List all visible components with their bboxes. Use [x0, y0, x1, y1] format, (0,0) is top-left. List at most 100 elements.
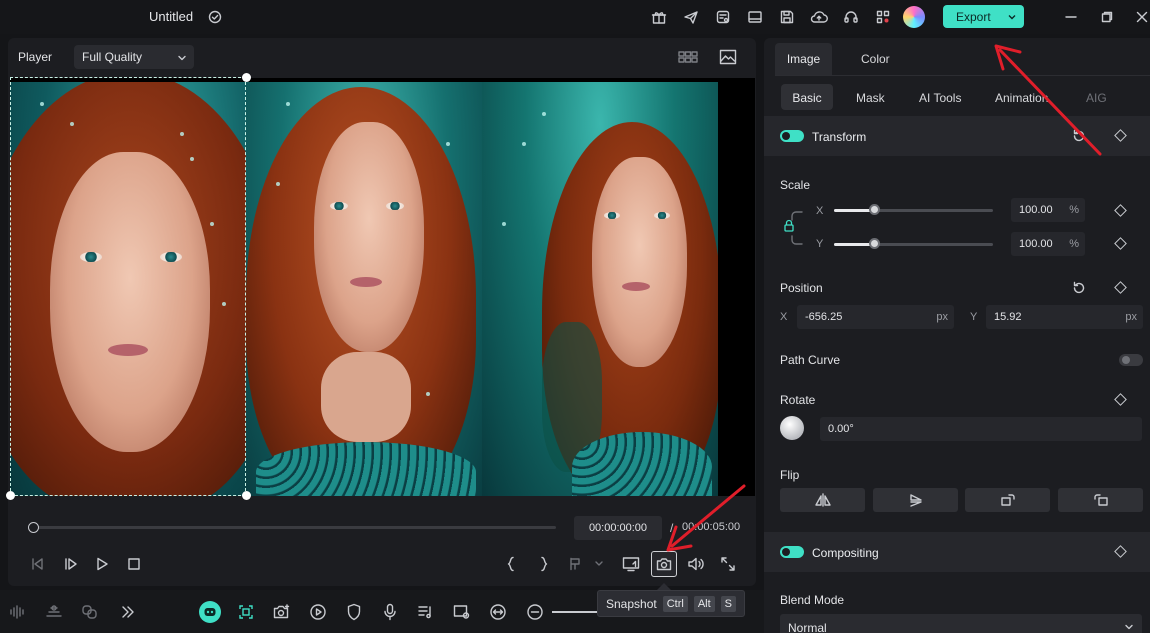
cloud-upload-icon[interactable]: [809, 7, 829, 27]
total-time: 00:00:05:00: [682, 521, 741, 533]
camera-icon: [656, 557, 672, 571]
position-y-unit: px: [1125, 311, 1137, 323]
playback-progress-track[interactable]: [32, 526, 556, 529]
microphone-icon[interactable]: [380, 602, 400, 622]
ai-robot-icon[interactable]: [199, 601, 221, 623]
send-icon[interactable]: [681, 7, 701, 27]
template-icon[interactable]: [713, 7, 733, 27]
stop-icon[interactable]: [124, 554, 144, 574]
image-view-icon[interactable]: [717, 47, 739, 67]
shortcut-key: Alt: [693, 595, 715, 612]
fullscreen-icon[interactable]: [718, 554, 738, 574]
selection-box[interactable]: [10, 77, 246, 496]
subtab-mask[interactable]: Mask: [856, 91, 885, 105]
shortcut-key: S: [720, 595, 737, 612]
auto-detect-icon[interactable]: [236, 602, 256, 622]
music-list-icon[interactable]: [416, 602, 436, 622]
rotate-label: Rotate: [780, 393, 816, 407]
snapshot-button[interactable]: [651, 551, 677, 577]
tab-color[interactable]: Color: [861, 52, 890, 66]
subtab-basic[interactable]: Basic: [781, 84, 833, 110]
lock-ratio-icon[interactable]: [784, 208, 804, 248]
layout-icon[interactable]: [745, 7, 765, 27]
minimize-icon[interactable]: [1061, 7, 1081, 27]
path-curve-label: Path Curve: [780, 353, 841, 367]
mark-out-icon[interactable]: [534, 554, 554, 574]
gift-icon[interactable]: [649, 7, 669, 27]
ai-copilot-icon[interactable]: [80, 602, 100, 622]
scale-x-input[interactable]: 100.00 %: [1011, 198, 1085, 222]
time-separator: /: [670, 521, 674, 535]
transform-toggle[interactable]: [780, 130, 804, 142]
export-button[interactable]: Export: [943, 5, 1024, 28]
mark-in-icon[interactable]: [501, 554, 521, 574]
playhead-handle[interactable]: [28, 522, 39, 533]
flip-horizontal-button[interactable]: [780, 488, 865, 512]
current-time[interactable]: 00:00:00:00: [574, 516, 662, 540]
flip-vertical-button[interactable]: [873, 488, 958, 512]
tooltip-arrow: [657, 583, 671, 590]
expand-chevrons-icon[interactable]: [117, 602, 137, 622]
rotate-right-icon: [1000, 493, 1016, 507]
chevron-down-icon[interactable]: [1001, 12, 1023, 22]
resize-handle[interactable]: [242, 73, 251, 82]
subtab-ai-tools[interactable]: AI Tools: [919, 91, 961, 105]
previous-frame-icon[interactable]: [27, 554, 47, 574]
close-icon[interactable]: [1132, 7, 1150, 27]
headset-icon[interactable]: [841, 7, 861, 27]
position-y-input[interactable]: 15.92 px: [986, 305, 1143, 329]
scale-label: Scale: [780, 178, 811, 192]
volume-icon[interactable]: [686, 554, 706, 574]
grid-view-icon[interactable]: [677, 48, 699, 66]
play-icon[interactable]: [92, 554, 112, 574]
fit-width-icon[interactable]: [488, 602, 508, 622]
tab-image[interactable]: Image: [775, 43, 832, 75]
tooltip-label: Snapshot: [606, 596, 657, 611]
restore-icon[interactable]: [1097, 7, 1117, 27]
display-icon[interactable]: [621, 554, 641, 574]
scale-y-input[interactable]: 100.00 %: [1011, 232, 1085, 256]
position-x-input[interactable]: -656.25 px: [797, 305, 954, 329]
blend-mode-label: Blend Mode: [780, 593, 845, 607]
chevron-down-icon: [1124, 622, 1134, 632]
saved-check-icon: [205, 7, 225, 27]
scale-y-slider[interactable]: [834, 243, 993, 246]
avatar[interactable]: [903, 6, 925, 28]
media-settings-icon[interactable]: [452, 602, 472, 622]
rotate-dial[interactable]: [780, 416, 804, 440]
ai-camera-icon[interactable]: [272, 602, 292, 622]
blend-mode-value: Normal: [788, 621, 827, 633]
next-frame-icon[interactable]: [60, 554, 80, 574]
audio-waveform-icon[interactable]: [8, 602, 28, 622]
reset-icon[interactable]: [1071, 280, 1087, 296]
save-icon[interactable]: [777, 7, 797, 27]
play-circle-icon[interactable]: [308, 602, 328, 622]
scale-x-slider[interactable]: [834, 209, 993, 212]
subtab-animation[interactable]: Animation: [995, 91, 1048, 105]
apps-grid-icon[interactable]: [873, 7, 893, 27]
marker-dropdown-icon[interactable]: [566, 554, 606, 574]
snapshot-tooltip: Snapshot Ctrl Alt S: [597, 590, 745, 617]
rotate-right-button[interactable]: [965, 488, 1050, 512]
scale-x-axis: X: [816, 205, 824, 217]
tab-divider: [775, 75, 1150, 76]
stack-icon[interactable]: [44, 602, 64, 622]
quality-select[interactable]: Full Quality: [74, 45, 194, 69]
reset-icon[interactable]: [1071, 128, 1087, 144]
rotate-input[interactable]: 0.00°: [820, 417, 1142, 441]
project-title: Untitled: [149, 9, 194, 24]
shield-icon[interactable]: [344, 602, 364, 622]
player-label: Player: [18, 50, 53, 64]
path-curve-toggle[interactable]: [1119, 354, 1143, 366]
subtab-aig[interactable]: AIG: [1086, 91, 1107, 105]
zoom-out-icon[interactable]: [525, 602, 545, 622]
resize-handle[interactable]: [6, 491, 15, 500]
compositing-toggle[interactable]: [780, 546, 804, 558]
rotate-left-button[interactable]: [1058, 488, 1143, 512]
preview-image-panel-3: [482, 82, 718, 496]
position-label: Position: [780, 281, 823, 295]
rotate-value: 0.00°: [828, 423, 854, 435]
resize-handle[interactable]: [242, 491, 251, 500]
blend-mode-select[interactable]: Normal: [780, 614, 1142, 633]
zoom-slider[interactable]: [552, 611, 598, 613]
